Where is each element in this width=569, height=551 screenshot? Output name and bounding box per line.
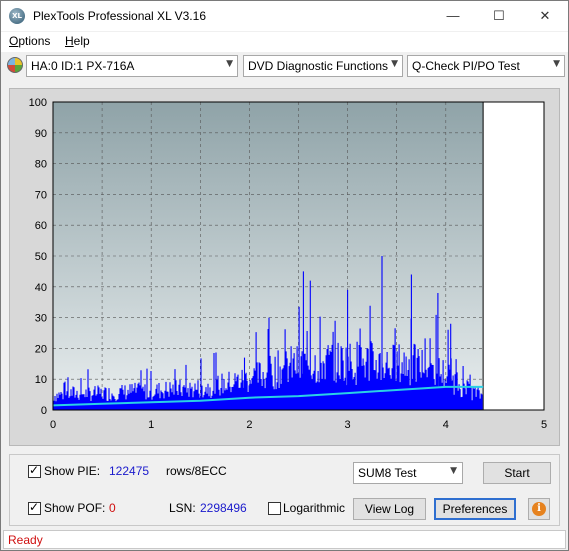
y-tick-label: 50 — [35, 251, 47, 263]
maximize-button[interactable]: ☐ — [476, 1, 522, 31]
x-tick-label: 1 — [148, 419, 154, 431]
view-log-button[interactable]: View Log — [353, 498, 426, 520]
menu-options-mnemonic: O — [9, 34, 19, 48]
function-select[interactable]: DVD Diagnostic Functions ▼ — [243, 55, 403, 77]
x-tick-label: 3 — [345, 419, 351, 431]
y-tick-label: 10 — [35, 374, 47, 386]
x-tick-label: 4 — [443, 419, 449, 431]
close-button[interactable]: ✕ — [522, 1, 568, 31]
x-tick-label: 2 — [246, 419, 252, 431]
y-tick-label: 70 — [35, 189, 47, 201]
lsn-value: 2298496 — [200, 501, 247, 515]
status-bar: Ready — [3, 530, 566, 549]
menu-options-label: ptions — [18, 34, 51, 48]
chart-panel: 0 10 20 30 40 50 60 70 80 90 100 0 1 2 3 4 5 — [9, 88, 560, 446]
test-select[interactable]: Q-Check PI/PO Test ▼ — [407, 55, 565, 77]
logarithmic-checkbox[interactable] — [268, 502, 281, 515]
drive-icon — [7, 57, 23, 73]
preferences-button[interactable]: Preferences — [434, 498, 516, 520]
show-pie-checkbox[interactable] — [28, 463, 41, 478]
pie-value: 122475 — [109, 464, 150, 478]
pof-value: 0 — [109, 501, 116, 515]
info-button[interactable]: i — [528, 498, 550, 520]
menu-bar: Options Help — [1, 32, 568, 52]
show-pof-label: Show POF: — [44, 501, 106, 515]
minimize-button[interactable]: — — [430, 1, 476, 31]
drive-select[interactable]: HA:0 ID:1 PX-716A ▼ — [26, 55, 238, 77]
app-window: XL PlexTools Professional XL V3.16 — ☐ ✕… — [0, 0, 569, 551]
status-text: Ready — [8, 533, 43, 547]
x-tick-label: 0 — [50, 419, 56, 431]
show-pof-checkbox[interactable] — [28, 500, 41, 515]
lsn-label: LSN: — [169, 501, 196, 515]
function-select-value: DVD Diagnostic Functions — [248, 59, 389, 73]
chevron-down-icon: ▼ — [226, 59, 233, 69]
y-tick-label: 80 — [35, 159, 47, 171]
drive-select-value: HA:0 ID:1 PX-716A — [31, 59, 135, 73]
chevron-down-icon: ▼ — [391, 59, 398, 69]
test-select-value: Q-Check PI/PO Test — [412, 59, 520, 73]
info-icon: i — [532, 502, 546, 516]
pie-unit: rows/8ECC — [166, 464, 227, 478]
y-tick-label: 0 — [41, 405, 47, 417]
x-tick-label: 5 — [541, 419, 547, 431]
window-title: PlexTools Professional XL V3.16 — [33, 9, 206, 23]
test-mode-select[interactable]: SUM8 Test ▼ — [353, 462, 463, 484]
y-tick-label: 100 — [29, 97, 47, 109]
menu-help-label: elp — [73, 34, 90, 48]
show-pie-label: Show PIE: — [44, 464, 101, 478]
chevron-down-icon: ▼ — [553, 59, 560, 69]
y-tick-label: 90 — [35, 128, 47, 140]
menu-help-mnemonic: H — [65, 34, 74, 48]
menu-help[interactable]: Help — [65, 34, 90, 48]
app-logo-icon: XL — [9, 8, 25, 24]
start-button[interactable]: Start — [483, 462, 551, 484]
chevron-down-icon: ▼ — [450, 466, 457, 476]
test-mode-value: SUM8 Test — [358, 466, 417, 480]
title-bar: XL PlexTools Professional XL V3.16 — ☐ ✕ — [1, 1, 568, 31]
y-tick-label: 40 — [35, 282, 47, 294]
control-panel: Show PIE: 122475 rows/8ECC SUM8 Test ▼ S… — [9, 454, 560, 526]
y-tick-label: 20 — [35, 343, 47, 355]
menu-options[interactable]: Options — [9, 34, 50, 48]
y-tick-label: 60 — [35, 220, 47, 232]
y-tick-label: 30 — [35, 313, 47, 325]
unscanned-region — [483, 102, 544, 410]
pi-chart: 0 10 20 30 40 50 60 70 80 90 100 0 1 2 3 4 5 — [29, 97, 547, 431]
logarithmic-label: Logarithmic — [283, 501, 346, 515]
toolbar: HA:0 ID:1 PX-716A ▼ DVD Diagnostic Funct… — [1, 53, 568, 79]
